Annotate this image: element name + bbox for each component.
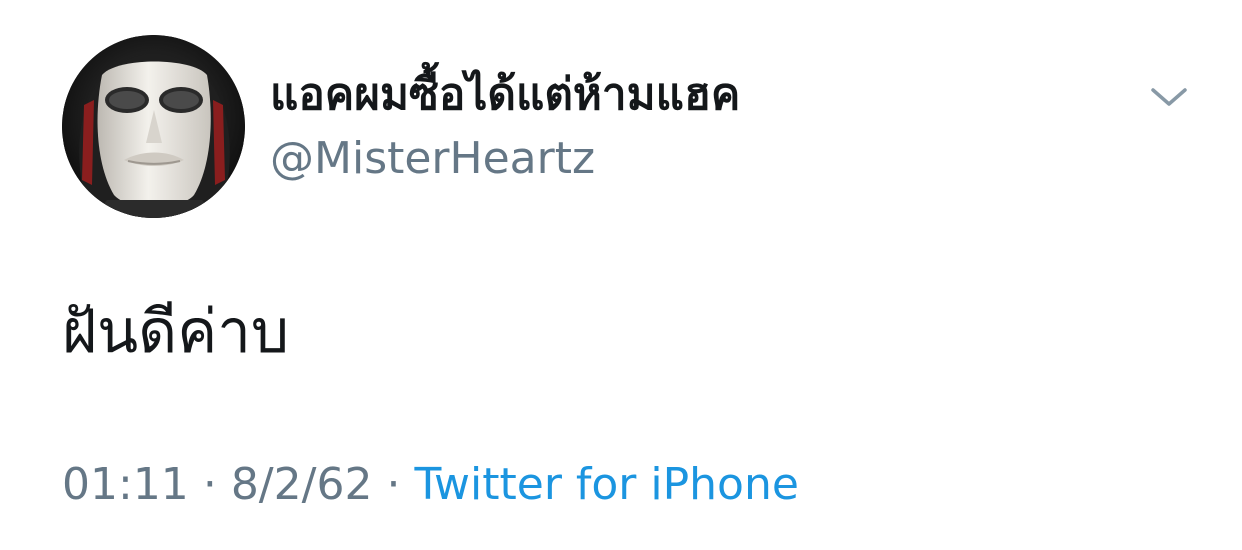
tweet-card: แอคผมซื้อได้แต่ห้ามแฮค @MisterHeartz ฝัน… — [0, 0, 1242, 550]
meta-separator: · — [202, 459, 217, 510]
tweet-date: 8/2/62 — [230, 459, 373, 510]
tweet-meta: 01:11 · 8/2/62 · Twitter for iPhone — [62, 456, 799, 514]
avatar[interactable] — [62, 35, 245, 218]
author-handle[interactable]: @MisterHeartz — [270, 132, 595, 186]
meta-separator: · — [386, 459, 401, 510]
mask-avatar-image — [62, 35, 245, 218]
tweet-time: 01:11 — [62, 459, 189, 510]
author-display-name[interactable]: แอคผมซื้อได้แต่ห้ามแฮค — [270, 66, 740, 124]
tweet-text: ฝันดีค่าบ — [62, 297, 290, 367]
chevron-down-icon[interactable] — [1147, 82, 1191, 112]
tweet-source-link[interactable]: Twitter for iPhone — [414, 459, 798, 510]
